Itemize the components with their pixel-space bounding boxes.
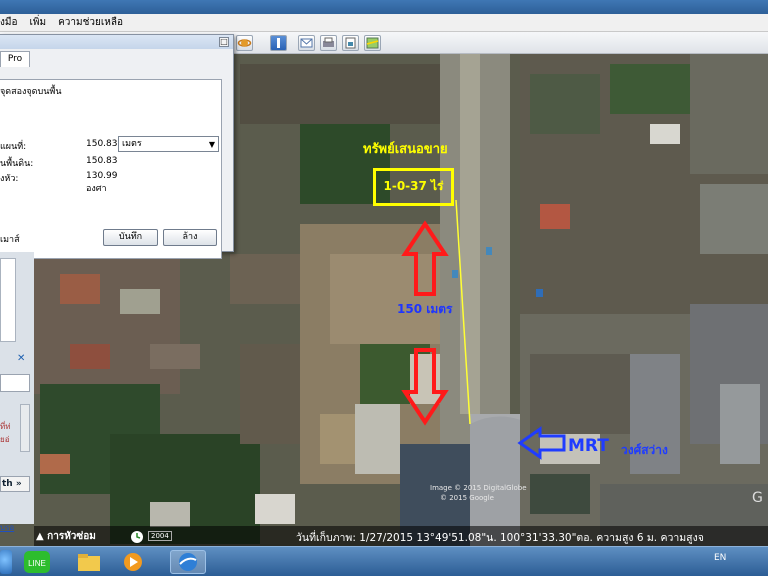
google-earth-icon[interactable]: [170, 550, 206, 574]
unit-select[interactable]: เมตร ▼: [118, 136, 219, 152]
dialog-description: จุดสองจุดบนพื้น: [0, 87, 62, 97]
shop-icon: [536, 289, 543, 297]
language-indicator[interactable]: EN: [714, 553, 726, 563]
ground-length-value: 150.83: [86, 156, 118, 166]
save-button[interactable]: บันทึก: [103, 229, 158, 246]
menu-bar: งมือ เพิ่ม ความช่วยเหลือ: [0, 14, 768, 32]
dialog-tabs: Pro: [0, 49, 233, 67]
heading-value: 130.99 องศา: [86, 171, 118, 194]
status-coordinates: วันที่เก็บภาพ: 1/27/2015 13°49'51.08"น. …: [296, 532, 704, 544]
tab-pro[interactable]: Pro: [0, 51, 30, 67]
sidebar-search-results: [0, 258, 16, 342]
close-icon[interactable]: ✕: [17, 353, 25, 364]
file-explorer-icon[interactable]: [74, 550, 104, 574]
sidebar-input[interactable]: [0, 374, 30, 392]
media-player-icon[interactable]: [118, 550, 148, 574]
menu-help[interactable]: ความช่วยเหลือ: [58, 15, 123, 30]
mouse-navigation-label[interactable]: เมาส์: [0, 232, 20, 246]
property-title-label: ทรัพย์เสนอขาย: [363, 142, 448, 157]
print-button[interactable]: [320, 35, 337, 51]
mrt-label: MRT: [568, 436, 609, 456]
save-image-button[interactable]: [342, 35, 359, 51]
tour-guide-button[interactable]: ▲ การหัวซ่อม: [36, 529, 96, 544]
dialog-close-icon[interactable]: □: [219, 37, 229, 47]
sidebar-scrollbar[interactable]: [20, 404, 30, 452]
sidebar-text-1: ที่ท่: [0, 422, 11, 431]
sidebar-link[interactable]: บรอ: [0, 521, 14, 534]
ground-length-row: นพื้นดิน: 150.83: [0, 156, 118, 170]
menu-tools[interactable]: งมือ: [0, 15, 17, 30]
map-icon: [366, 37, 379, 49]
menu-add[interactable]: เพิ่ม: [29, 15, 46, 30]
line-app-icon[interactable]: LINE: [22, 550, 52, 574]
view-in-maps-button[interactable]: [364, 35, 381, 51]
land-area-box: 1-0-37 ไร่: [373, 168, 454, 206]
heading-label: งหัว:: [0, 174, 19, 184]
print-icon: [323, 37, 334, 47]
screen: งมือ เพิ่ม ความช่วยเหลือ ทรัพย์เสนอขาย 1…: [0, 0, 768, 576]
unit-select-value: เมตร: [122, 139, 142, 149]
google-credit: © 2015 Google: [440, 494, 494, 502]
start-orb-icon[interactable]: [0, 550, 12, 574]
chevron-down-icon: ▼: [208, 140, 215, 149]
marker-icon: [452, 270, 458, 278]
planet-button[interactable]: [236, 35, 253, 51]
taskbar: [0, 546, 768, 576]
ruler-dialog: □ Pro จุดสองจุดบนพื้น แผนที่: 150.83 เมต…: [0, 34, 234, 259]
tour-label: การหัวซ่อม: [47, 531, 96, 542]
clear-button[interactable]: ล้าง: [163, 229, 217, 246]
distance-label: 150 เมตร: [397, 302, 453, 316]
navigation-g-icon[interactable]: G: [752, 490, 763, 506]
map-length-row: แผนที่: 150.83: [0, 139, 118, 153]
heading-row: งหัว: 130.99 องศา: [0, 171, 118, 194]
year-badge: 2004: [148, 531, 172, 541]
planet-icon: [237, 39, 252, 47]
sidebar-icon: [277, 38, 280, 48]
map-length-value: 150.83: [86, 139, 118, 149]
save-image-icon: [345, 37, 356, 49]
svg-text:LINE: LINE: [28, 559, 46, 568]
map-length-label: แผนที่:: [0, 142, 27, 152]
mrt-station-label: วงศ์สว่าง: [621, 443, 668, 457]
imagery-credit: Image © 2015 DigitalGlobe: [430, 484, 527, 492]
ground-length-label: นพื้นดิน:: [0, 159, 34, 169]
window-top-strip: [0, 0, 768, 14]
dialog-titlebar[interactable]: □: [0, 35, 233, 49]
sidebar-text-2: ยอ่: [0, 435, 10, 444]
email-icon: [300, 38, 313, 48]
bus-stop-icon: [486, 247, 492, 255]
sidebar-toggle-button[interactable]: [270, 35, 287, 51]
earth-gallery-button[interactable]: th »: [0, 476, 30, 492]
email-button[interactable]: [298, 35, 315, 51]
